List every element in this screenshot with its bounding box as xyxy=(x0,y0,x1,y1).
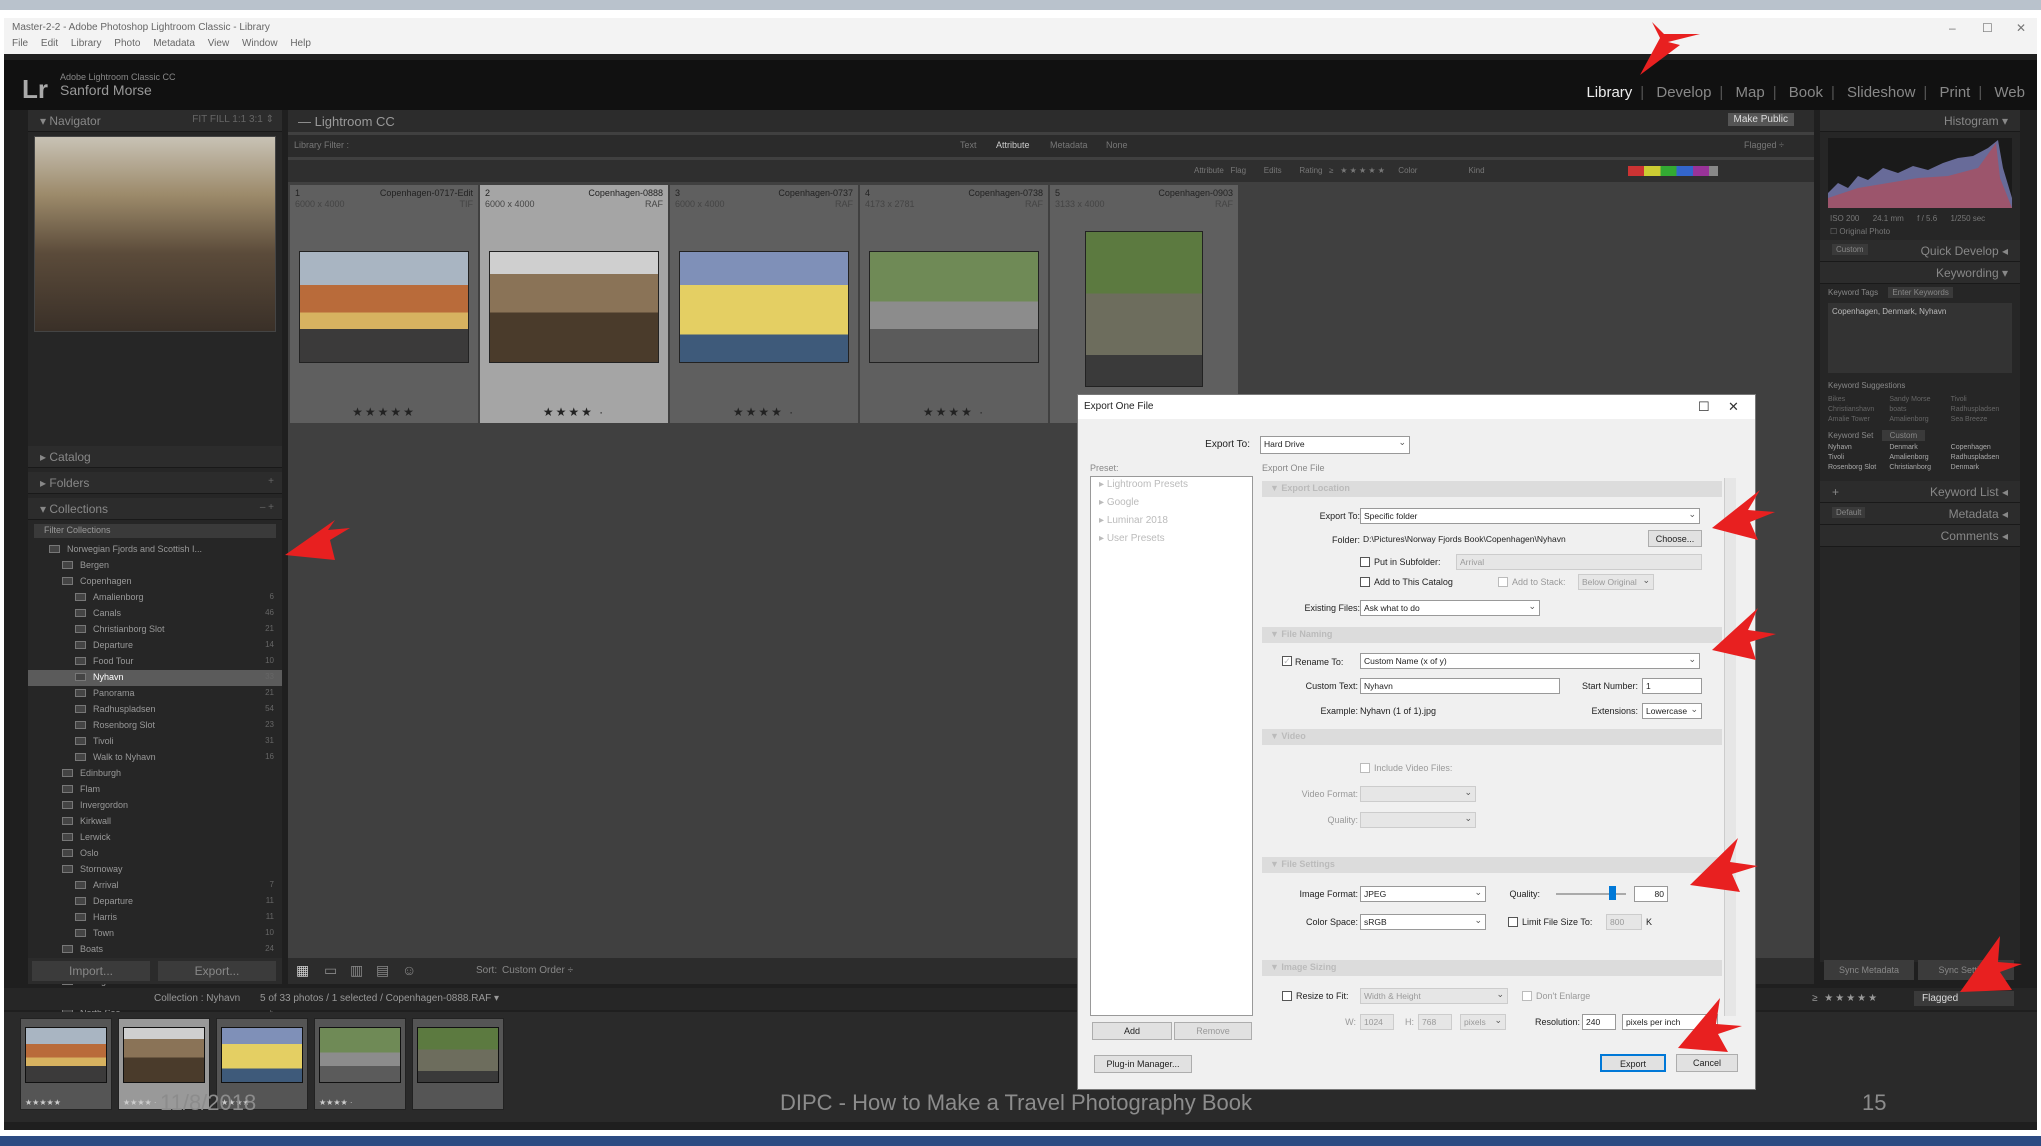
arrow-file-naming-icon xyxy=(1712,608,1776,660)
callout-arrows xyxy=(285,22,2022,1052)
arrow-collection-icon xyxy=(285,520,350,560)
arrow-library-icon xyxy=(1640,22,1700,75)
arrow-sync-icon xyxy=(1960,936,2022,992)
arrow-export-button-icon xyxy=(1678,998,1742,1052)
arrow-export-location-icon xyxy=(1712,490,1775,540)
arrow-file-settings-icon xyxy=(1690,838,1758,892)
